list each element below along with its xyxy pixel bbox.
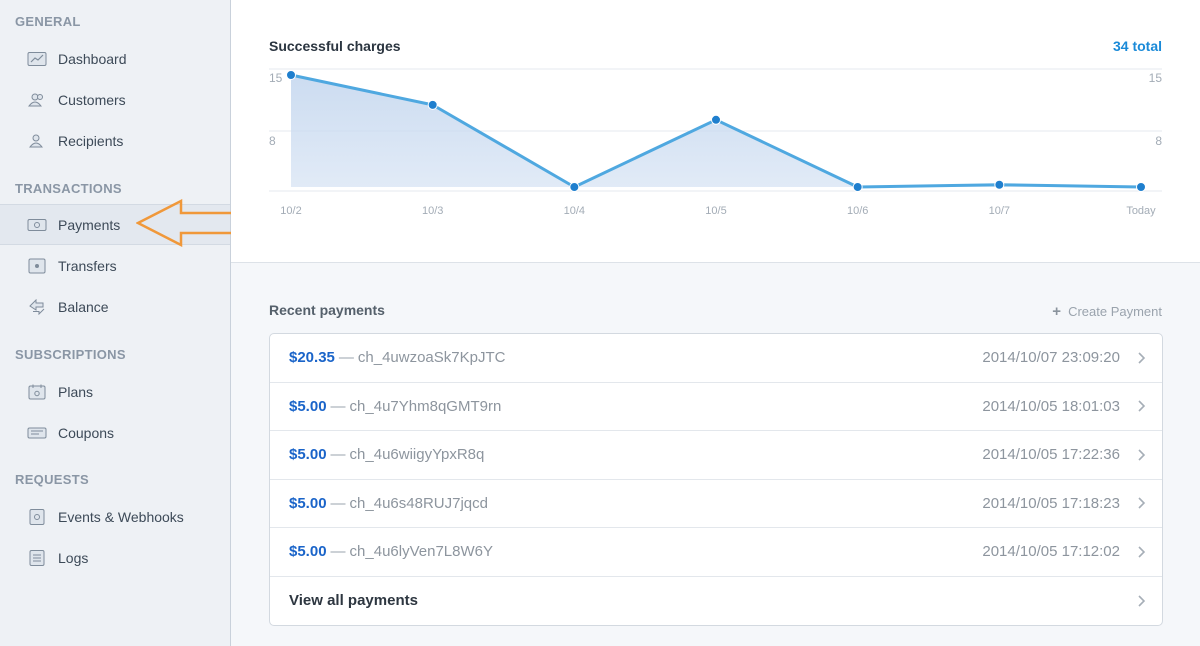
payment-timestamp: 2014/10/05 18:01:03 — [982, 397, 1120, 415]
create-payment-label: Create Payment — [1068, 304, 1162, 319]
section-title-transactions: TRANSACTIONS — [15, 181, 122, 196]
charge-id: ch_4u6s48RUJ7jqcd — [349, 494, 488, 512]
sidebar-item-balance[interactable]: Balance — [0, 286, 230, 327]
plans-icon — [27, 384, 47, 400]
recent-payments-title: Recent payments — [269, 302, 385, 318]
y-tick-label-left: 15 — [269, 71, 283, 85]
coupons-icon — [27, 425, 47, 441]
chart-point — [286, 70, 296, 80]
x-tick-label: 10/4 — [564, 205, 585, 217]
logs-icon — [27, 549, 47, 566]
dashboard-icon — [27, 51, 47, 67]
x-tick-label: 10/2 — [280, 205, 301, 217]
sidebar-item-label: Recipients — [58, 132, 124, 149]
sidebar-item-label: Events & Webhooks — [58, 508, 184, 525]
sidebar-item-plans[interactable]: Plans — [0, 371, 230, 412]
sidebar-item-dashboard[interactable]: Dashboard — [0, 38, 230, 79]
separator: — — [330, 446, 346, 464]
create-payment-button[interactable]: + Create Payment — [1052, 303, 1162, 320]
sidebar-item-label: Balance — [58, 298, 109, 315]
chart-point — [569, 182, 580, 192]
sidebar: GENERAL Dashboard Customers Recipients T… — [0, 0, 231, 646]
separator: — — [338, 349, 354, 367]
payment-timestamp: 2014/10/05 17:12:02 — [982, 543, 1120, 561]
chevron-right-icon — [1138, 400, 1146, 412]
section-title-general: GENERAL — [15, 14, 81, 29]
section-title-requests: REQUESTS — [15, 472, 89, 487]
payment-row[interactable]: $5.00 — ch_4u7Yhm8qGMT9rn 2014/10/05 18:… — [270, 383, 1162, 431]
chevron-right-icon — [1138, 352, 1146, 364]
payment-row[interactable]: $20.35 — ch_4uwzoaSk7KpJTC 2014/10/07 23… — [270, 334, 1162, 383]
chart-point — [852, 182, 863, 192]
payments-list: $20.35 — ch_4uwzoaSk7KpJTC 2014/10/07 23… — [269, 333, 1163, 626]
chart-point — [994, 179, 1005, 190]
plus-icon: + — [1052, 303, 1062, 320]
sidebar-item-label: Dashboard — [58, 50, 127, 67]
separator: — — [330, 397, 346, 415]
sidebar-item-recipients[interactable]: Recipients — [0, 120, 230, 161]
chevron-right-icon — [1138, 595, 1146, 607]
chevron-right-icon — [1138, 449, 1146, 461]
sidebar-item-label: Payments — [58, 216, 121, 233]
payment-timestamp: 2014/10/05 17:22:36 — [982, 446, 1120, 464]
chart-point — [1136, 182, 1146, 192]
chart-point — [711, 114, 721, 125]
payment-amount: $5.00 — [289, 446, 327, 464]
charge-id: ch_4uwzoaSk7KpJTC — [357, 349, 506, 367]
view-all-label: View all payments — [289, 592, 418, 610]
events-icon — [27, 508, 47, 525]
chevron-right-icon — [1138, 546, 1146, 558]
orange-arrow-icon — [136, 199, 242, 247]
payment-amount: $5.00 — [289, 397, 327, 415]
recipients-icon — [27, 133, 47, 149]
charge-id: ch_4u7Yhm8qGMT9rn — [349, 397, 502, 415]
payment-amount: $5.00 — [289, 494, 327, 512]
y-tick-label-right: 8 — [1155, 134, 1162, 148]
x-tick-label: 10/3 — [422, 205, 443, 217]
section-title-subscriptions: SUBSCRIPTIONS — [15, 347, 126, 362]
chevron-right-icon — [1138, 497, 1146, 509]
charges-chart-panel: Successful charges 34 total 15 15 8 8 10/2 10… — [231, 0, 1200, 263]
payment-row[interactable]: $5.00 — ch_4u6wiigyYpxR8q 2014/10/05 17:… — [270, 431, 1162, 480]
charges-chart: 15 15 8 8 10/2 10/3 10/4 10/5 10/6 10/7 Today — [269, 68, 1163, 217]
separator: — — [330, 543, 346, 561]
sidebar-item-label: Customers — [58, 91, 126, 108]
sidebar-item-events-webhooks[interactable]: Events & Webhooks — [0, 496, 230, 537]
y-tick-label-right: 15 — [1149, 71, 1163, 85]
charge-id: ch_4u6wiigyYpxR8q — [349, 446, 485, 464]
payments-icon — [27, 217, 47, 233]
view-all-payments-link[interactable]: View all payments — [270, 577, 1162, 626]
charge-id: ch_4u6lyVen7L8W6Y — [349, 543, 493, 561]
x-tick-label: 10/7 — [989, 205, 1010, 217]
balance-icon — [27, 298, 47, 315]
sidebar-item-label: Logs — [58, 549, 89, 566]
payment-timestamp: 2014/10/05 17:18:23 — [982, 494, 1120, 512]
sidebar-item-transfers[interactable]: Transfers — [0, 245, 230, 286]
sidebar-item-label: Coupons — [58, 424, 115, 441]
sidebar-item-logs[interactable]: Logs — [0, 537, 230, 578]
sidebar-item-coupons[interactable]: Coupons — [0, 412, 230, 453]
x-tick-label: 10/5 — [705, 205, 726, 217]
payment-row[interactable]: $5.00 — ch_4u6s48RUJ7jqcd 2014/10/05 17:… — [270, 480, 1162, 528]
sidebar-item-customers[interactable]: Customers — [0, 79, 230, 120]
chart-point — [427, 99, 438, 110]
customers-icon — [27, 92, 47, 108]
separator: — — [330, 494, 346, 512]
y-tick-label-left: 8 — [269, 134, 276, 148]
payment-timestamp: 2014/10/07 23:09:20 — [982, 349, 1120, 367]
x-tick-label: Today — [1126, 205, 1156, 217]
x-tick-label: 10/6 — [847, 205, 868, 217]
transfers-icon — [27, 258, 47, 274]
payment-amount: $5.00 — [289, 543, 327, 561]
payment-row[interactable]: $5.00 — ch_4u6lyVen7L8W6Y 2014/10/05 17:… — [270, 528, 1162, 577]
sidebar-item-label: Plans — [58, 383, 94, 400]
sidebar-item-label: Transfers — [58, 257, 117, 274]
payment-amount: $20.35 — [289, 349, 335, 367]
